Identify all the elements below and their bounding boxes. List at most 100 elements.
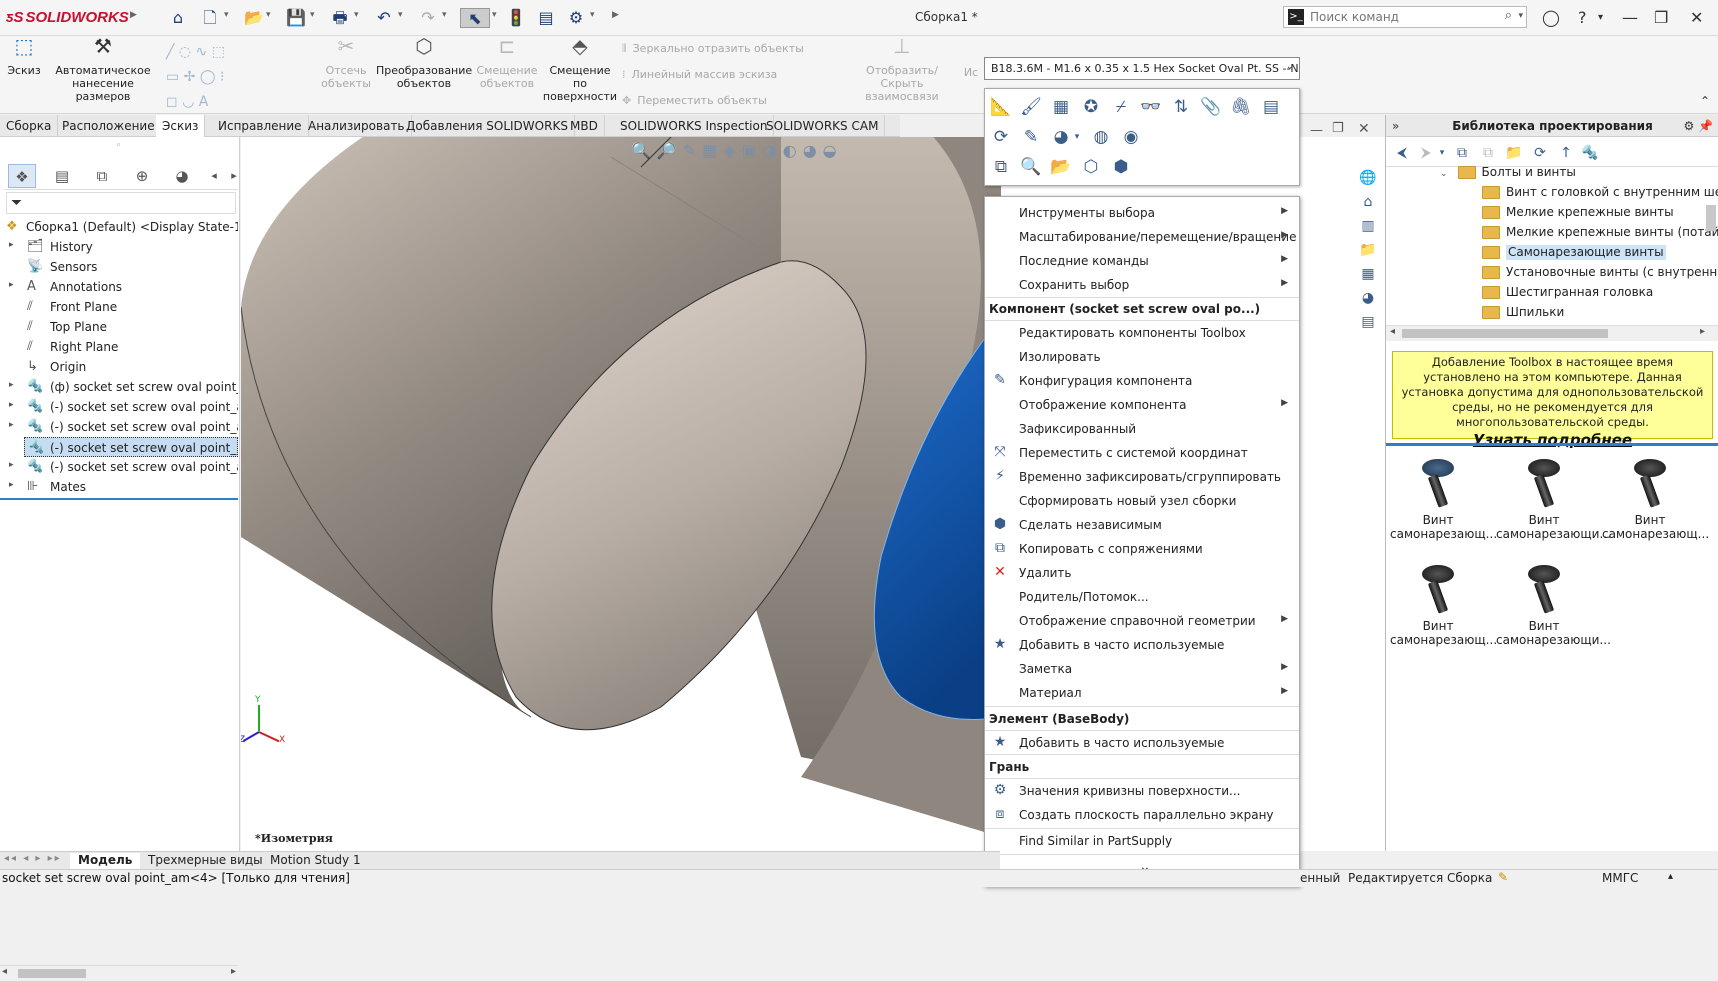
undo-icon[interactable]: ↶ (374, 8, 394, 28)
close-icon[interactable]: ✕ (1690, 8, 1703, 27)
forward-icon[interactable]: ⮞ (1416, 143, 1436, 163)
select-pointer-icon[interactable]: ⬉ (460, 8, 490, 28)
menu-form-new-subassembly[interactable]: Сформировать новый узел сборки (986, 490, 1298, 512)
menu-fixed[interactable]: Зафиксированный (986, 418, 1298, 440)
library-item-screw-1[interactable]: Винт самонарезающ... (1390, 457, 1497, 557)
menu-delete[interactable]: ✕ Удалить (986, 562, 1298, 584)
library-vertical-scroll-thumb[interactable] (1706, 205, 1716, 231)
up-one-level-icon[interactable]: ↑ (1556, 143, 1576, 163)
move-entities-button[interactable]: ✥ Переместить объекты (622, 94, 767, 107)
appearances-icon[interactable]: ◕ (1357, 287, 1379, 309)
smart-fastener-icon[interactable]: ✪ (1079, 95, 1103, 119)
menu-make-independent[interactable]: ⬢ Сделать независимым (986, 514, 1298, 536)
heads-up-view-toolbar[interactable]: 🔍🔎✎▦◈▣◑◐◕◒ (631, 141, 843, 160)
library-horizontal-scrollbar[interactable]: ◂ ▸ (1386, 325, 1718, 341)
feature-manager-tab-icon[interactable]: ❖ (8, 164, 36, 188)
isolate-view-icon[interactable]: ⬢ (1109, 155, 1133, 179)
home-icon[interactable]: ⌂ (168, 8, 188, 28)
toolbox-configuration-dropdown[interactable]: B18.3.6M - M1.6 x 0.35 x 1.5 Hex Socket … (984, 57, 1300, 80)
tree-item-component-2[interactable]: ▸🔩(-) socket set screw oval point_am<2 (0, 397, 238, 417)
zoom-to-selection-icon[interactable]: 🔍 (1019, 155, 1043, 179)
trim-button[interactable]: ✂ Отсечь объекты (318, 36, 374, 90)
collapse-ribbon-icon[interactable]: ⌃ (1700, 94, 1710, 108)
options-dropdown-icon[interactable]: ▾ (590, 10, 595, 20)
command-search-input[interactable] (1308, 9, 1488, 25)
scroll-right-icon[interactable]: ▸ (1700, 326, 1705, 337)
custom-properties-icon[interactable]: ▤ (1357, 311, 1379, 333)
panel-splitter[interactable] (1386, 443, 1718, 446)
menu-body-add-to-favorites[interactable]: ★ Добавить в часто используемые (986, 732, 1298, 754)
tree-item-origin[interactable]: ↳ Origin (0, 357, 238, 377)
mirror-entities-button[interactable]: ⫴ Зеркально отразить объекты (622, 42, 804, 56)
tab-assembly[interactable]: Сборка (0, 115, 59, 137)
rebuild-icon[interactable]: 🚦 (506, 8, 526, 28)
assembly-view-icon[interactable]: ▦ (1049, 95, 1073, 119)
edit-component-icon[interactable]: 📐 (989, 95, 1013, 119)
display-manager-tab-icon[interactable]: ◕ (168, 164, 196, 188)
normal-to-icon[interactable]: ⬡ (1079, 155, 1103, 179)
tree-horizontal-scrollbar[interactable]: ◂ ▸ (0, 965, 238, 981)
menu-reference-geometry-display[interactable]: Отображение справочной геометрии ▶ (986, 610, 1298, 632)
tree-filter[interactable]: ⏷ (6, 192, 236, 214)
menu-plane-parallel-to-screen[interactable]: ⧈ Создать плоскость параллельно экрану (986, 804, 1298, 826)
history-dropdown-icon[interactable]: ▾ (1436, 143, 1448, 163)
more-arrow-icon[interactable]: ▶ (612, 10, 619, 20)
view-palette-icon[interactable]: ▦ (1357, 263, 1379, 285)
tree-root-assembly[interactable]: ❖ Сборка1 (Default) <Display State-1> (0, 217, 238, 237)
library-folder-countersunk[interactable]: Мелкие крепежные винты (потайн (1482, 225, 1718, 245)
undo-dropdown-icon[interactable]: ▾ (398, 10, 403, 20)
refresh-icon[interactable]: ⟳ (1530, 143, 1550, 163)
offset-entities-button[interactable]: ⊏ Смещение объектов (474, 36, 540, 90)
tab-scroll-icons[interactable]: ◂◂ ◂ ▸ ▸▸ (4, 853, 62, 864)
tab-layout[interactable]: Расположение (56, 115, 162, 137)
units-dropdown-icon[interactable]: ▴ (1668, 871, 1673, 882)
configuration-manager-tab-icon[interactable]: ⧉ (88, 164, 116, 188)
user-account-icon[interactable]: ◯ (1542, 8, 1560, 27)
tab-inspection[interactable]: SOLIDWORKS Inspection (614, 115, 775, 137)
menu-parent-child[interactable]: Родитель/Потомок... (986, 586, 1298, 608)
library-item-screw-2[interactable]: Винт самонарезающи... (1496, 457, 1611, 557)
open-folder-icon[interactable]: 📂 (244, 8, 264, 28)
tab-evaluate[interactable]: Анализировать (302, 115, 412, 137)
panel-grip[interactable]: ◦ (116, 141, 121, 151)
menu-selection-tools[interactable]: Инструменты выбора ▶ (986, 202, 1298, 224)
tree-item-front-plane[interactable]: ⫽ Front Plane (0, 297, 238, 317)
save-dropdown-icon[interactable]: ▾ (310, 10, 315, 20)
sketch-button[interactable]: ⬚ Эскиз (4, 36, 44, 77)
menu-temporary-fix-group[interactable]: ⚡ Временно зафиксировать/сгруппировать (986, 466, 1298, 488)
component-color-icon[interactable]: ◉ (1119, 125, 1143, 149)
status-units[interactable]: ММГС (1602, 871, 1638, 885)
tree-item-mates[interactable]: ▸ ⊪ Mates (0, 477, 238, 497)
print-dropdown-icon[interactable]: ▾ (354, 10, 359, 20)
menu-curvature-values[interactable]: ⚙ Значения кривизны поверхности... (986, 780, 1298, 802)
rotate-component-icon[interactable]: ⟳ (989, 125, 1013, 149)
sketch-entities-group[interactable]: ╱ ◌ ∿ ⬚ ▭ ✢ ◯ ⁝ ◻ ◡ A (166, 40, 225, 115)
menu-zoom-pan-rotate[interactable]: Масштабирование/перемещение/вращение ▶ (986, 226, 1298, 248)
new-folder-icon[interactable]: 📁 (1504, 143, 1524, 163)
library-node-bolts-screws[interactable]: ⌄ Болты и винты (1440, 165, 1576, 185)
rollback-icon[interactable]: ⇅ (1169, 95, 1193, 119)
search-dropdown-icon[interactable]: ▾ (1518, 11, 1523, 21)
convert-entities-button[interactable]: ⬡ Преобразование объектов (376, 36, 472, 90)
tab-repair[interactable]: Исправление (212, 115, 309, 137)
tab-addins[interactable]: Добавления SOLIDWORKS (400, 115, 575, 137)
library-item-screw-5[interactable]: Винт самонарезающи... (1496, 563, 1611, 663)
save-icon[interactable]: 💾 (286, 8, 306, 28)
help-dropdown-icon[interactable]: ▾ (1598, 12, 1603, 23)
menu-move-with-triad[interactable]: ⤧ Переместить с системой координат (986, 442, 1298, 464)
property-manager-tab-icon[interactable]: ▤ (48, 164, 76, 188)
paint-icon[interactable]: 🖌 (1019, 95, 1043, 119)
library-folder-set-screws[interactable]: Установочные винты (с внутренни (1482, 265, 1718, 285)
redo-icon[interactable]: ↷ (418, 8, 438, 28)
solidworks-logo[interactable]: ƽS SOLIDWORKS (6, 9, 129, 26)
tree-item-component-4[interactable]: ▸🔩(-) socket set screw oval point_am<4 (24, 437, 238, 457)
menu-comment[interactable]: Заметка ▶ (986, 658, 1298, 680)
tab-cam[interactable]: SOLIDWORKS CAM (760, 115, 886, 137)
add-to-library-icon[interactable]: ⧉ (1452, 143, 1472, 163)
menu-component-display[interactable]: Отображение компонента ▶ (986, 394, 1298, 416)
select-dropdown-icon[interactable]: ▾ (492, 10, 497, 20)
tree-item-annotations[interactable]: ▸ A Annotations (0, 277, 238, 297)
tab-mbd[interactable]: MBD (564, 115, 605, 137)
command-search[interactable]: >_ ⌕ ▾ (1283, 6, 1527, 28)
back-icon[interactable]: ⮜ (1392, 143, 1412, 163)
